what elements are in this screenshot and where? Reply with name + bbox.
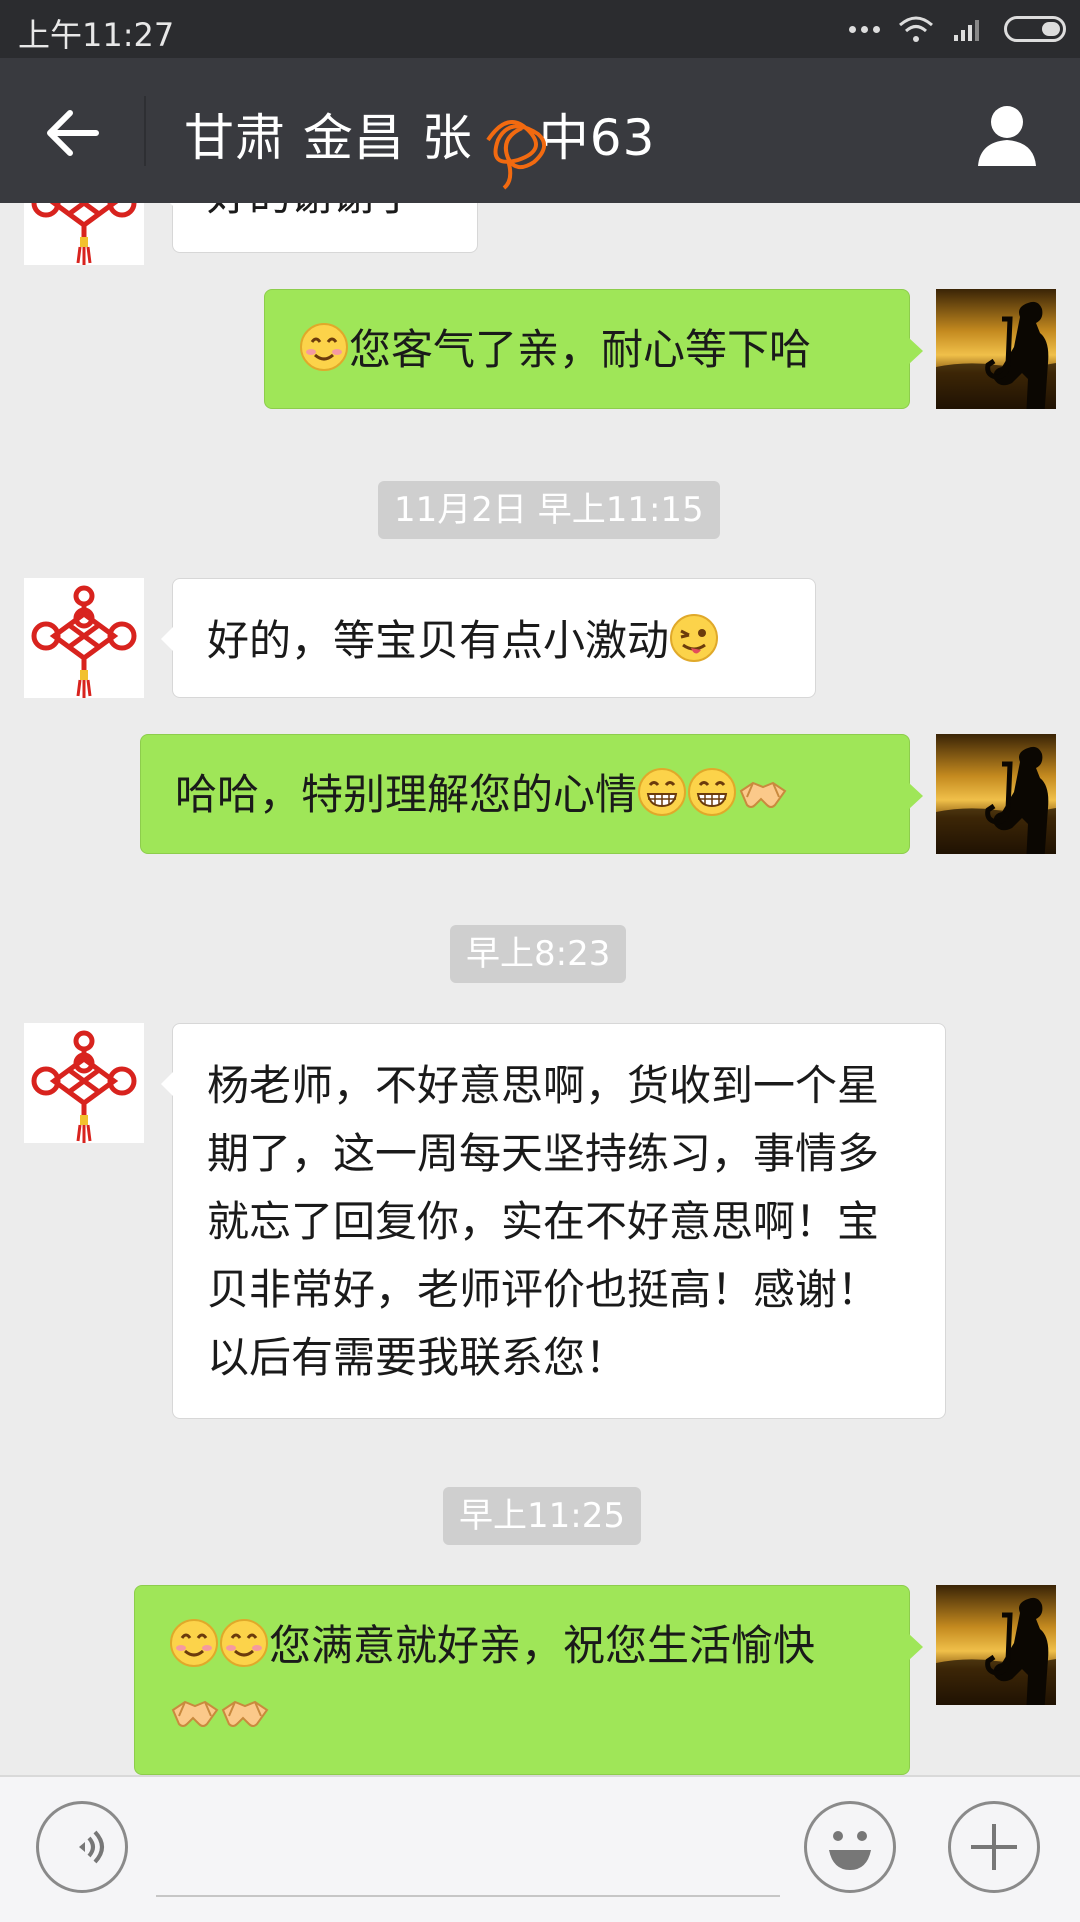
grin-emoji-icon: [687, 767, 737, 817]
more-dots-icon: [849, 25, 880, 33]
handshake-emoji-icon: [740, 782, 787, 808]
redaction-scribble: [486, 120, 546, 190]
smile-emoji-icon: [299, 322, 349, 372]
my-avatar[interactable]: [936, 1585, 1056, 1705]
chat-title: 甘肃 金昌 张中63: [184, 109, 656, 167]
voice-icon: [79, 1830, 104, 1864]
message-bubble-outgoing[interactable]: 您客气了亲，耐心等下哈: [264, 289, 923, 409]
profile-icon[interactable]: [972, 100, 1042, 170]
timestamp: 11月2日 早上11:15: [378, 481, 720, 539]
contact-avatar[interactable]: [24, 578, 144, 698]
signal-icon: [954, 20, 979, 41]
grin-emoji-icon: [637, 767, 687, 817]
status-bar: 上午11:27: [0, 0, 1080, 58]
message-input[interactable]: [156, 1807, 784, 1895]
status-icons: [849, 14, 1066, 44]
chat-area[interactable]: 好的谢谢了 您客气了亲，耐心等下哈 11月2日 早上11:15 好的，等宝贝有点…: [0, 203, 1080, 1775]
wink-tongue-emoji-icon: [669, 613, 719, 663]
title-bar: 甘肃 金昌 张中63: [0, 58, 1080, 203]
status-time: 上午11:27: [18, 16, 175, 54]
input-underline: [156, 1895, 780, 1897]
message-bubble-incoming[interactable]: 好的谢谢了: [161, 203, 478, 253]
message-bubble-outgoing[interactable]: 哈哈，特别理解您的心情: [140, 734, 923, 854]
message-bubble-incoming[interactable]: 杨老师，不好意思啊，货收到一个星 期了，这一周每天坚持练习，事情多 就忘了回复你…: [161, 1023, 946, 1419]
plus-icon: [971, 1824, 1017, 1870]
emoji-button[interactable]: [804, 1801, 896, 1893]
my-avatar[interactable]: [936, 734, 1056, 854]
title-divider: [144, 96, 146, 166]
smile-emoji-icon: [169, 1618, 219, 1668]
message-bubble-outgoing[interactable]: 您满意就好亲，祝您生活愉快: [134, 1585, 923, 1775]
input-bar: [0, 1775, 1080, 1922]
handshake-emoji-icon: [222, 1701, 268, 1727]
back-arrow-icon[interactable]: [38, 98, 108, 168]
handshake-emoji-icon: [172, 1701, 218, 1727]
timestamp: 早上8:23: [450, 925, 627, 983]
contact-avatar[interactable]: [24, 203, 144, 265]
contact-avatar[interactable]: [24, 1023, 144, 1143]
wifi-icon: [899, 16, 933, 42]
timestamp: 早上11:25: [443, 1487, 641, 1545]
message-bubble-incoming[interactable]: 好的，等宝贝有点小激动: [161, 578, 816, 698]
battery-icon: [1004, 16, 1066, 42]
more-options-button[interactable]: [948, 1801, 1040, 1893]
my-avatar[interactable]: [936, 289, 1056, 409]
emoji-icon: [829, 1831, 871, 1870]
voice-button[interactable]: [36, 1801, 128, 1893]
smile-emoji-icon: [219, 1618, 269, 1668]
